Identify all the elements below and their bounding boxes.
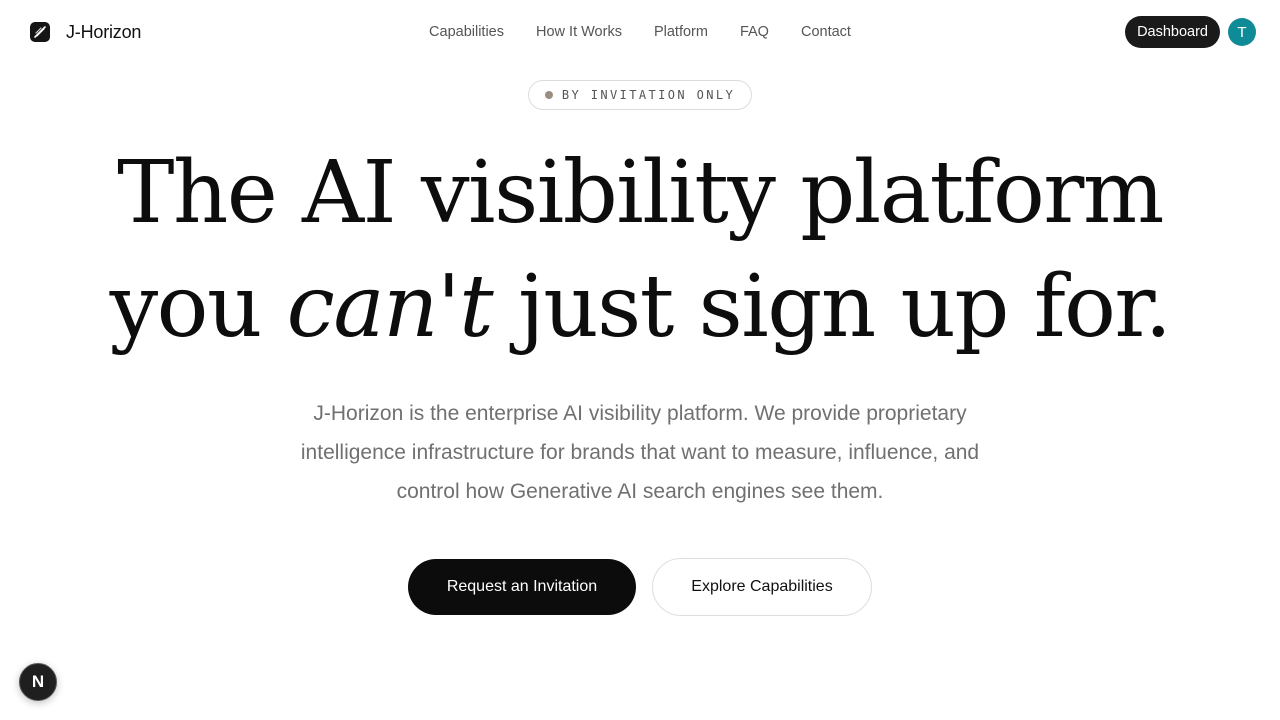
- feather-icon: [30, 22, 50, 42]
- hero-subtitle: J-Horizon is the enterprise AI visibilit…: [300, 402, 980, 503]
- headline-line-2: you can't just sign up for.: [0, 250, 1280, 364]
- headline-emphasis: can't: [286, 257, 494, 357]
- nav-link-contact[interactable]: Contact: [801, 22, 851, 42]
- nav-link-how-it-works[interactable]: How It Works: [536, 22, 622, 42]
- main-nav: Capabilities How It Works Platform FAQ C…: [0, 22, 1280, 42]
- hero-headline: The AI visibility platform you can't jus…: [0, 136, 1280, 364]
- dev-tools-button[interactable]: N: [19, 663, 57, 701]
- brand-link[interactable]: J-Horizon: [30, 20, 141, 44]
- brand-name: J-Horizon: [66, 21, 142, 42]
- nav-link-platform[interactable]: Platform: [654, 22, 708, 42]
- request-invitation-button[interactable]: Request an Invitation: [408, 559, 636, 615]
- status-dot-icon: [544, 91, 553, 99]
- nav-link-capabilities[interactable]: Capabilities: [429, 22, 504, 42]
- site-header: J-Horizon Capabilities How It Works Plat…: [0, 0, 1280, 64]
- explore-capabilities-button[interactable]: Explore Capabilities: [652, 558, 872, 616]
- nav-link-faq[interactable]: FAQ: [740, 22, 769, 42]
- user-avatar[interactable]: T: [1228, 18, 1256, 46]
- nav-links: Capabilities How It Works Platform FAQ C…: [429, 22, 851, 42]
- headline-line-2-start: you: [109, 257, 287, 357]
- invitation-badge: BY INVITATION ONLY: [528, 80, 752, 110]
- header-actions: Dashboard T: [1125, 16, 1256, 48]
- headline-line-1: The AI visibility platform: [117, 143, 1164, 243]
- dashboard-button[interactable]: Dashboard: [1125, 16, 1220, 48]
- headline-line-2-end: just sign up for.: [492, 257, 1172, 357]
- badge-text: BY INVITATION ONLY: [561, 88, 736, 102]
- landing-page: J-Horizon Capabilities How It Works Plat…: [0, 0, 1280, 720]
